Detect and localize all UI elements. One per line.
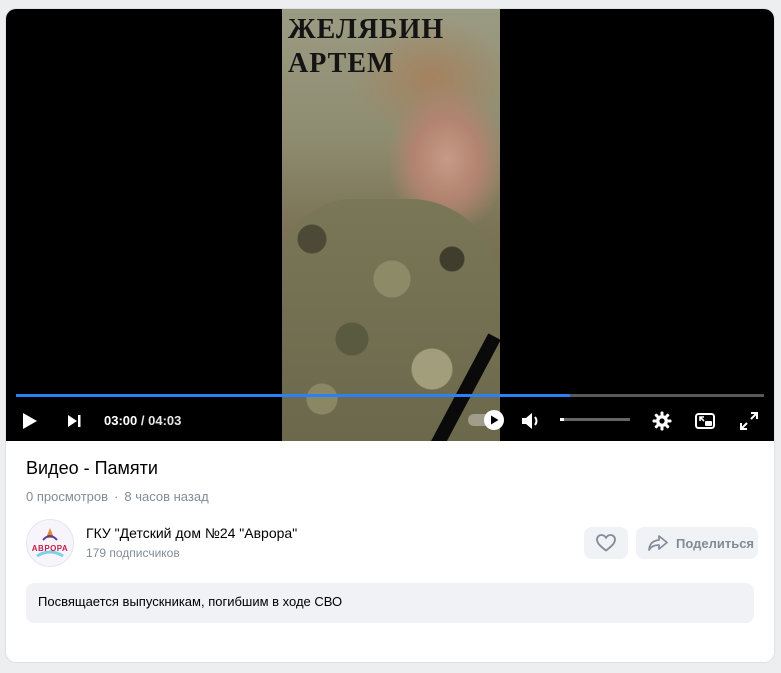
video-caption-line-1: ЖЕЛЯБИН: [288, 14, 445, 45]
subscriber-count: 179 подписчиков: [86, 546, 180, 560]
like-button[interactable]: [584, 527, 628, 559]
video-caption: ЖЕЛЯБИН АРТЕМ: [288, 13, 444, 81]
volume-level: [560, 418, 564, 421]
pip-button[interactable]: [694, 401, 716, 441]
volume-button[interactable]: [520, 401, 542, 441]
autoplay-play-icon: [490, 415, 498, 425]
video-card: ЖЕЛЯБИН АРТЕМ 03:00 / 04:03 Видео - Памя…: [6, 9, 774, 662]
play-icon: [23, 413, 37, 429]
video-description: Посвящается выпускникам, погибшим в ходе…: [26, 583, 754, 623]
video-caption-line-2: АРТЕМ: [288, 48, 395, 79]
share-button[interactable]: Поделиться: [636, 527, 758, 559]
share-label: Поделиться: [676, 535, 755, 551]
next-icon: [68, 415, 81, 427]
video-frame: ЖЕЛЯБИН АРТЕМ: [282, 9, 500, 441]
current-time: 03:00: [104, 413, 138, 428]
heart-icon: [596, 534, 616, 552]
settings-button[interactable]: [650, 401, 674, 441]
next-button[interactable]: [64, 401, 84, 441]
posted-time: 8 часов назад: [124, 489, 209, 504]
volume-icon: [522, 413, 538, 429]
play-button[interactable]: [18, 401, 42, 441]
channel-avatar[interactable]: АВРОРА: [26, 519, 74, 567]
player-controls: 03:00 / 04:03: [6, 401, 774, 441]
meta-dot: ·: [114, 489, 119, 504]
avatar-logo-text: АВРОРА: [31, 543, 69, 553]
channel-name[interactable]: ГКУ "Детский дом №24 "Аврора": [86, 525, 297, 541]
time-separator: /: [140, 413, 145, 428]
video-title: Видео - Памяти: [26, 458, 158, 478]
pip-icon: [695, 413, 715, 429]
time-display: 03:00 / 04:03: [104, 413, 181, 428]
share-arrow-icon: [648, 535, 668, 551]
volume-slider[interactable]: [560, 418, 630, 421]
view-count: 0 просмотров: [26, 489, 109, 504]
progress-fill: [16, 394, 570, 397]
gear-icon: [652, 411, 672, 431]
fullscreen-icon: [740, 412, 758, 430]
fullscreen-button[interactable]: [738, 401, 760, 441]
video-player[interactable]: ЖЕЛЯБИН АРТЕМ 03:00 / 04:03: [6, 9, 774, 441]
video-meta: 0 просмотров · 8 часов назад: [26, 489, 209, 504]
autoplay-knob: [484, 410, 504, 430]
progress-bar[interactable]: [16, 394, 764, 397]
autoplay-toggle[interactable]: [468, 410, 504, 430]
duration: 04:03: [148, 413, 182, 428]
